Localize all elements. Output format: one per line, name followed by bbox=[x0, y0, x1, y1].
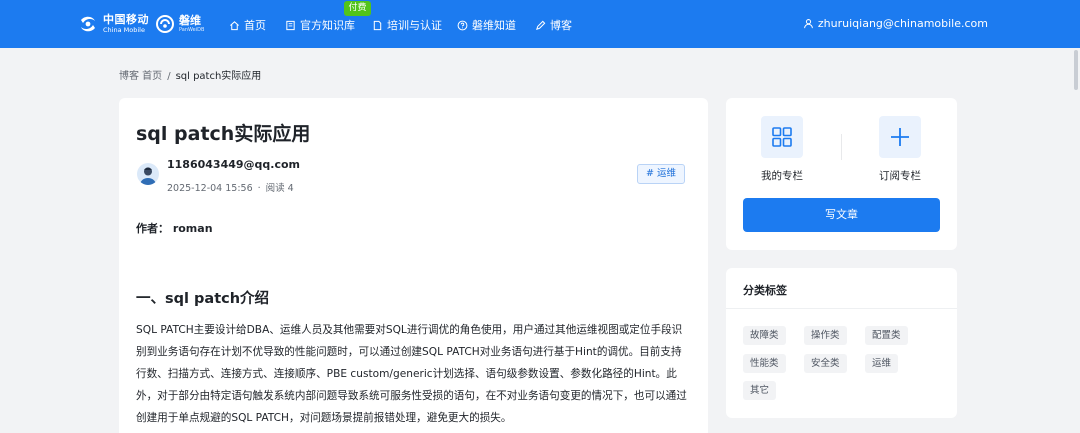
subscribe-column-icon-box bbox=[879, 116, 921, 158]
category-tag-fault[interactable]: 故障类 bbox=[743, 326, 786, 345]
category-divider bbox=[726, 308, 957, 309]
breadcrumb-separator: / bbox=[167, 71, 171, 82]
user-email: zhuruiqiang@chinamobile.com bbox=[817, 17, 988, 30]
home-icon bbox=[230, 20, 239, 30]
pen-icon bbox=[536, 20, 546, 30]
nav-panwei-zhidao-label: 磐维知道 bbox=[472, 19, 516, 32]
brand-name-cn: 中国移动 bbox=[103, 13, 149, 27]
subscribe-column-button[interactable]: 订阅专栏 bbox=[855, 116, 945, 183]
category-tag-config[interactable]: 配置类 bbox=[865, 326, 908, 345]
column-shortcuts-card: 我的专栏 订阅专栏 写文章 bbox=[726, 98, 957, 250]
article-title: sql patch实际应用 bbox=[136, 123, 311, 145]
nav-blog[interactable]: 博客 bbox=[535, 17, 572, 33]
category-tag-security[interactable]: 安全类 bbox=[804, 354, 847, 373]
page-scrollbar[interactable] bbox=[1072, 48, 1080, 433]
product-name-cn: 磐维 bbox=[179, 14, 201, 27]
breadcrumb-blog-home[interactable]: 博客 首页 bbox=[119, 71, 162, 82]
my-column-label: 我的专栏 bbox=[761, 170, 803, 182]
nav-blog-label: 博客 bbox=[550, 19, 572, 32]
meta-separator: · bbox=[257, 183, 261, 194]
book-icon bbox=[286, 20, 295, 30]
nav-training[interactable]: 培训与认证 bbox=[372, 17, 442, 33]
nav-panwei-zhidao[interactable]: 磐维知道 bbox=[457, 17, 516, 33]
my-column-button[interactable]: 我的专栏 bbox=[737, 116, 827, 183]
breadcrumb: 博客 首页 / sql patch实际应用 bbox=[119, 67, 261, 82]
author-account[interactable]: 1186043449@qq.com bbox=[167, 158, 300, 171]
read-count: 阅读 4 bbox=[265, 183, 294, 194]
nav-training-label: 培训与认证 bbox=[387, 19, 442, 32]
panwei-logo-icon bbox=[156, 15, 174, 33]
breadcrumb-current: sql patch实际应用 bbox=[175, 71, 262, 82]
avatar[interactable] bbox=[137, 163, 159, 185]
nav-official-knowledge[interactable]: 官方知识库 bbox=[285, 17, 355, 33]
grid-icon bbox=[772, 127, 792, 147]
write-article-button[interactable]: 写文章 bbox=[743, 198, 940, 232]
panwei-logo[interactable]: 磐维 PanWeiDB bbox=[155, 14, 204, 34]
document-icon bbox=[373, 20, 382, 30]
my-column-icon-box bbox=[761, 116, 803, 158]
scrollbar-thumb[interactable] bbox=[1074, 50, 1078, 90]
subscribe-column-label: 订阅专栏 bbox=[879, 170, 921, 182]
shortcut-divider bbox=[841, 134, 842, 160]
publish-date: 2025-12-04 15:56 bbox=[167, 183, 253, 194]
category-tag-operation[interactable]: 操作类 bbox=[804, 326, 847, 345]
paid-badge: 付费 bbox=[344, 1, 371, 16]
product-name-en: PanWeiDB bbox=[179, 27, 205, 33]
nav-home[interactable]: 首页 bbox=[229, 17, 266, 33]
category-tag-ops[interactable]: 运维 bbox=[865, 354, 899, 373]
article-meta: 2025-12-04 15:56 · 阅读 4 bbox=[167, 180, 294, 194]
plus-icon bbox=[891, 128, 909, 146]
nav-official-knowledge-label: 官方知识库 bbox=[300, 19, 355, 32]
article-tag[interactable]: # 运维 bbox=[637, 164, 685, 184]
category-tags-card: 分类标签 故障类 操作类 配置类 性能类 安全类 运维 其它 bbox=[726, 268, 957, 418]
category-tag-performance[interactable]: 性能类 bbox=[743, 354, 786, 373]
china-mobile-logo-icon bbox=[81, 16, 95, 32]
brand-name-en: China Mobile bbox=[103, 26, 145, 35]
top-navigation-bar: 中国移动 China Mobile 磐维 PanWeiDB 首页 官方知识库 付… bbox=[0, 0, 1080, 48]
user-account-menu[interactable]: zhuruiqiang@chinamobile.com bbox=[803, 17, 988, 30]
category-tags-title: 分类标签 bbox=[743, 284, 787, 297]
article-card: sql patch实际应用 1186043449@qq.com 2025-12-… bbox=[119, 98, 708, 433]
avatar-icon bbox=[140, 167, 156, 185]
article-paragraph: SQL PATCH主要设计给DBA、运维人员及其他需要对SQL进行调优的角色使用… bbox=[136, 324, 687, 424]
user-icon bbox=[804, 19, 813, 29]
category-tag-other[interactable]: 其它 bbox=[743, 381, 777, 400]
china-mobile-logo[interactable]: 中国移动 China Mobile bbox=[78, 14, 149, 34]
nav-home-label: 首页 bbox=[244, 19, 266, 32]
question-icon bbox=[457, 20, 468, 30]
article-byline: 作者： roman bbox=[136, 222, 213, 235]
section-heading: 一、sql patch介绍 bbox=[136, 291, 270, 307]
